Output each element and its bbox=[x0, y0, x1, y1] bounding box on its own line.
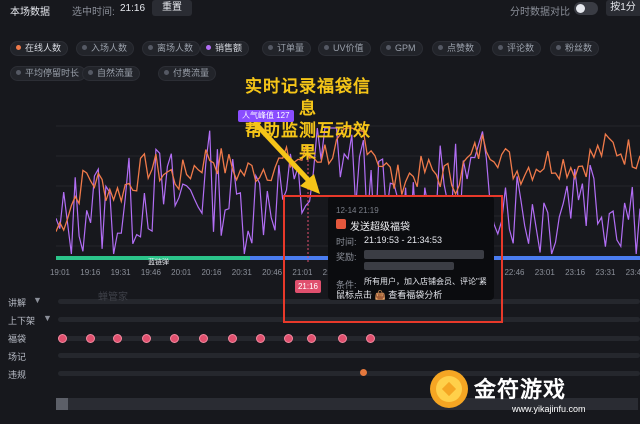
metric-chip[interactable]: 付费流量 bbox=[158, 66, 217, 81]
x-tick-label: 19:01 bbox=[49, 268, 71, 277]
metric-chip[interactable]: 离场人数 bbox=[142, 41, 201, 56]
granularity-select[interactable]: 按1分 bbox=[606, 0, 640, 16]
luckybag-marker-icon[interactable] bbox=[307, 334, 316, 343]
track-label-explain: 讲解 bbox=[8, 298, 27, 308]
metric-chip-label: 粉丝数 bbox=[565, 43, 593, 53]
luckybag-marker-icon[interactable] bbox=[256, 334, 265, 343]
luckybag-marker-icon[interactable] bbox=[113, 334, 122, 343]
metric-chip[interactable]: 订单量 bbox=[262, 41, 312, 56]
compare-label: 分时数据对比 bbox=[510, 7, 570, 18]
metric-chip[interactable]: 评论数 bbox=[492, 41, 542, 56]
track-label-violation: 违规 bbox=[8, 370, 27, 380]
metric-chip-label: 订单量 bbox=[277, 43, 305, 53]
track-label-record: 场记 bbox=[8, 352, 27, 362]
metric-dot-icon bbox=[164, 70, 169, 75]
watermark-text: 金符游戏 bbox=[474, 377, 567, 402]
x-tick-label: 20:16 bbox=[201, 268, 222, 277]
metric-chip-label: 离场人数 bbox=[157, 43, 194, 53]
metric-chip[interactable]: 在线人数 bbox=[10, 41, 69, 56]
metric-dot-icon bbox=[88, 70, 93, 75]
metric-dot-icon bbox=[148, 45, 153, 50]
x-tick-label: 20:46 bbox=[262, 268, 283, 277]
toggle-knob bbox=[576, 4, 585, 13]
selected-time-badge: 21:16 bbox=[295, 280, 321, 293]
metric-chip[interactable]: 自然流量 bbox=[82, 66, 141, 81]
luckybag-marker-icon[interactable] bbox=[170, 334, 179, 343]
luckybag-marker-icon[interactable] bbox=[86, 334, 95, 343]
metric-chip[interactable]: 点赞数 bbox=[432, 41, 482, 56]
luckybag-marker-icon[interactable] bbox=[142, 334, 151, 343]
segment-label: 蓝链弹 bbox=[148, 259, 169, 266]
x-tick-label: 19:16 bbox=[80, 268, 101, 277]
metric-dot-icon bbox=[324, 45, 329, 50]
metric-dot-icon bbox=[268, 45, 273, 50]
metric-dot-icon bbox=[498, 45, 503, 50]
metric-chip-label: 在线人数 bbox=[25, 43, 62, 53]
x-tick-label: 23:16 bbox=[565, 268, 586, 277]
luckybag-marker-icon[interactable] bbox=[338, 334, 347, 343]
coin-logo-icon bbox=[430, 370, 468, 408]
metric-dot-icon bbox=[82, 45, 87, 50]
filter-icon[interactable]: ▼ bbox=[43, 313, 52, 323]
x-tick-label: 19:31 bbox=[110, 268, 131, 277]
x-tick-label: 19:46 bbox=[140, 268, 161, 277]
metric-dot-icon bbox=[438, 45, 443, 50]
compare-toggle[interactable] bbox=[574, 2, 598, 15]
track-label-luckybag: 福袋 bbox=[8, 334, 27, 344]
metric-chip[interactable]: 粉丝数 bbox=[550, 41, 600, 56]
metric-chip-label: UV价值 bbox=[333, 43, 364, 53]
metric-dot-icon bbox=[386, 45, 391, 50]
metric-dot-icon bbox=[206, 45, 211, 50]
x-tick-label: 22:46 bbox=[504, 268, 525, 277]
x-tick-label: 23:31 bbox=[595, 268, 616, 277]
metric-dot-icon bbox=[16, 70, 21, 75]
metric-chip[interactable]: 销售额 bbox=[200, 41, 250, 56]
top-bar: 本场数据 选中时间: 21:16 重置 分时数据对比 按1分 bbox=[0, 0, 640, 36]
reset-button[interactable]: 重置 bbox=[152, 0, 192, 16]
metric-chip-label: 付费流量 bbox=[173, 68, 210, 78]
luckybag-marker-icon[interactable] bbox=[228, 334, 237, 343]
metric-chip-label: 评论数 bbox=[507, 43, 535, 53]
metric-dot-icon bbox=[16, 45, 21, 50]
faint-logo: 蝉管家 bbox=[98, 292, 128, 303]
track-label-shelf: 上下架 bbox=[8, 316, 36, 326]
luckybag-marker-icon[interactable] bbox=[366, 334, 375, 343]
metric-chip[interactable]: GPM bbox=[380, 41, 423, 56]
peak-badge: 人气峰值 127 bbox=[238, 110, 294, 122]
highlight-box bbox=[283, 195, 503, 323]
metric-chip-label: 点赞数 bbox=[447, 43, 475, 53]
luckybag-marker-icon[interactable] bbox=[199, 334, 208, 343]
metric-chip[interactable]: 入场人数 bbox=[76, 41, 135, 56]
metric-chip-label: 入场人数 bbox=[91, 43, 128, 53]
metric-chip[interactable]: 平均停留时长 bbox=[10, 66, 87, 81]
metric-dot-icon bbox=[556, 45, 561, 50]
filter-icon[interactable]: ▼ bbox=[33, 295, 42, 305]
record-marker[interactable] bbox=[360, 369, 367, 376]
watermark-url: www.yikajinfu.com bbox=[512, 404, 586, 414]
luckybag-marker-icon[interactable] bbox=[58, 334, 67, 343]
x-tick-label: 23:01 bbox=[534, 268, 555, 277]
x-tick-label: 20:01 bbox=[171, 268, 192, 277]
annotation-arrow bbox=[252, 120, 320, 194]
track-record bbox=[58, 353, 640, 358]
luckybag-marker-icon[interactable] bbox=[284, 334, 293, 343]
metric-chip-label: 销售额 bbox=[215, 43, 243, 53]
metric-chip-label: 自然流量 bbox=[97, 68, 134, 78]
x-tick-label: 20:31 bbox=[231, 268, 252, 277]
scrollbar-handle[interactable] bbox=[56, 398, 68, 410]
selected-time-value: 21:16 bbox=[120, 3, 146, 14]
metric-chip-label: GPM bbox=[395, 43, 416, 53]
page-title: 本场数据 bbox=[10, 7, 50, 18]
metric-chip-label: 平均停留时长 bbox=[25, 68, 80, 78]
x-tick-label: 23:46 bbox=[625, 268, 640, 277]
metric-chip[interactable]: UV价值 bbox=[318, 41, 371, 56]
selected-time-label: 选中时间: bbox=[72, 7, 115, 18]
